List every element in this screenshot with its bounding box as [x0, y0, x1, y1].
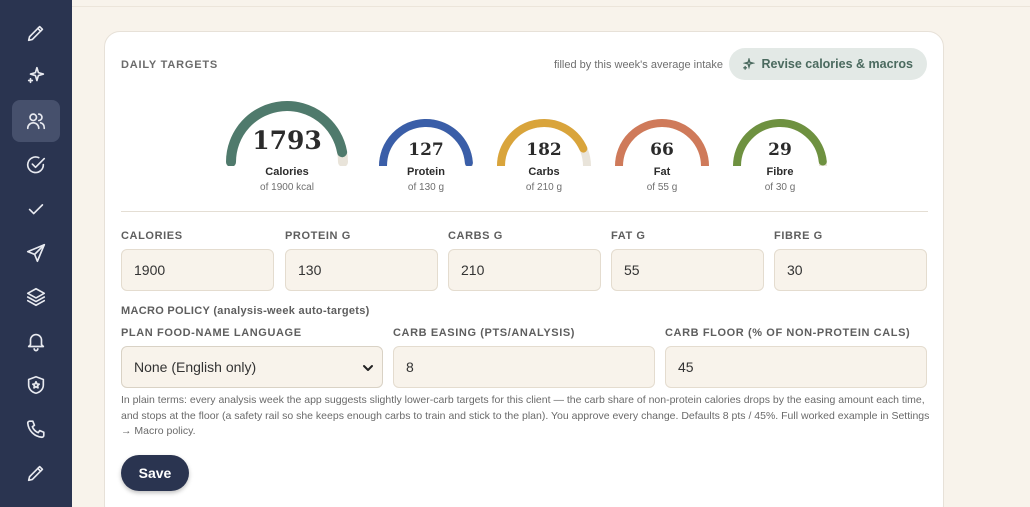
- bell-icon: [27, 333, 45, 352]
- language-selected-value: None (English only): [134, 359, 257, 375]
- fibre-label: FIBRE G: [774, 230, 823, 242]
- carb-easing-label: CARB EASING (PTS/ANALYSIS): [393, 327, 576, 339]
- gauge-label: Protein: [407, 166, 445, 178]
- nav-item-notifications[interactable]: [12, 320, 60, 362]
- check-circle-icon: [26, 156, 46, 174]
- nav-item-clients[interactable]: [12, 100, 60, 142]
- layers-icon: [26, 287, 46, 307]
- daily-targets-card: DAILY TARGETS filled by this week's aver…: [104, 31, 944, 507]
- revise-button-label: Revise calories & macros: [761, 57, 913, 71]
- gauge-label: Calories: [265, 166, 309, 178]
- header-divider: [72, 6, 1030, 7]
- gauge-target: of 1900 kcal: [260, 182, 314, 193]
- fat-input[interactable]: 55: [611, 249, 764, 291]
- gauge-calories: 1793 Calories of 1900 kcal: [225, 100, 349, 196]
- language-select[interactable]: None (English only): [121, 346, 383, 388]
- gauge-label: Fibre: [766, 166, 794, 178]
- fibre-input[interactable]: 30: [774, 249, 927, 291]
- pencil-icon: [27, 25, 44, 42]
- gauge-fibre: 29 Fibre of 30 g: [732, 118, 828, 196]
- protein-input[interactable]: 130: [285, 249, 438, 291]
- nav-item-send[interactable]: [12, 232, 60, 274]
- nav-item-layers[interactable]: [12, 276, 60, 318]
- protein-label: PROTEIN G: [285, 230, 351, 242]
- sparkle-icon: [27, 66, 45, 84]
- divider: [121, 211, 928, 212]
- gauge-label: Fat: [653, 166, 671, 178]
- gauge-fat: 66 Fat of 55 g: [614, 118, 710, 196]
- gauge-value: 127: [408, 140, 444, 160]
- carb-floor-input[interactable]: 45: [665, 346, 927, 388]
- sparkle-icon: [742, 58, 755, 70]
- pencil-icon: [27, 465, 44, 482]
- nav-item-security[interactable]: [12, 364, 60, 406]
- gauge-target: of 55 g: [646, 182, 678, 193]
- section-title: DAILY TARGETS: [121, 59, 218, 71]
- nav-item-tasks[interactable]: [12, 144, 60, 186]
- gauge-value: 182: [526, 140, 562, 160]
- check-icon: [28, 204, 44, 215]
- macro-policy-title: MACRO POLICY (analysis-week auto-targets…: [121, 305, 370, 317]
- gauge-target: of 210 g: [525, 182, 563, 193]
- gauge-target: of 130 g: [407, 182, 445, 193]
- gauge-target: of 30 g: [764, 182, 796, 193]
- gauge-value: 66: [650, 140, 674, 160]
- policy-explanation: In plain terms: every analysis week the …: [121, 394, 930, 437]
- fill-note: filled by this week's average intake: [553, 59, 723, 71]
- gauge-value: 29: [768, 140, 792, 160]
- carbs-input[interactable]: 210: [448, 249, 601, 291]
- calories-input[interactable]: 1900: [121, 249, 274, 291]
- nav-item-notes[interactable]: [12, 452, 60, 494]
- shield-star-icon: [27, 375, 45, 395]
- gauge-carbs: 182 Carbs of 210 g: [496, 118, 592, 196]
- fat-label: FAT G: [611, 230, 646, 242]
- revise-calories-macros-button[interactable]: Revise calories & macros: [728, 48, 927, 80]
- gauge-protein: 127 Protein of 130 g: [378, 118, 474, 196]
- send-icon: [26, 243, 46, 263]
- nav-item-calls[interactable]: [12, 408, 60, 450]
- users-icon: [26, 113, 46, 130]
- nav-item-done[interactable]: [12, 188, 60, 230]
- gauge-label: Carbs: [528, 166, 560, 178]
- phone-icon: [26, 420, 45, 439]
- nav-item-edit[interactable]: [12, 12, 60, 54]
- carbs-label: CARBS G: [448, 230, 503, 242]
- save-button[interactable]: Save: [121, 455, 189, 491]
- carb-easing-input[interactable]: 8: [393, 346, 655, 388]
- sidebar: [0, 0, 72, 507]
- carb-floor-label: CARB FLOOR (% OF NON-PROTEIN CALS): [665, 327, 911, 339]
- chevron-down-icon: [362, 361, 374, 373]
- gauge-value: 1793: [252, 126, 322, 155]
- language-label: PLAN FOOD-NAME LANGUAGE: [121, 327, 302, 339]
- calories-label: CALORIES: [121, 230, 183, 242]
- nav-item-ai[interactable]: [12, 54, 60, 96]
